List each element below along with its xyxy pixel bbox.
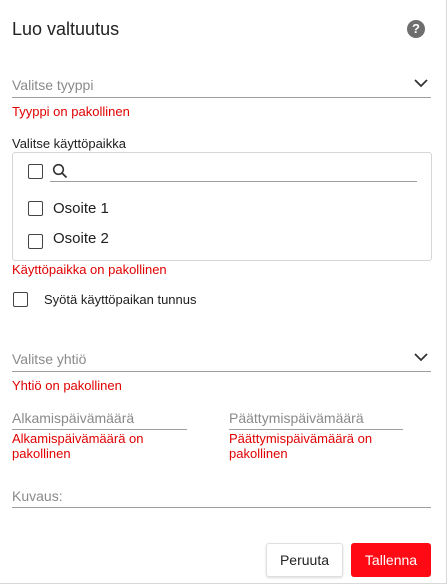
search-icon	[52, 163, 68, 179]
start-date-error: Alkamispäivämäärä on pakollinen	[12, 431, 144, 461]
type-select[interactable]: Valitse tyyppi	[12, 75, 431, 98]
chevron-down-icon	[414, 353, 428, 362]
start-date-placeholder: Alkamispäivämäärä	[12, 410, 135, 426]
end-date-input[interactable]: Päättymispäivämäärä	[229, 407, 403, 430]
option-label[interactable]: Osoite 2	[53, 230, 109, 247]
usage-place-id-checkbox[interactable]	[13, 292, 28, 307]
usage-place-search-input[interactable]	[50, 181, 417, 182]
question-circle-icon[interactable]: ?	[407, 20, 425, 38]
option-checkbox[interactable]	[28, 201, 43, 216]
type-error: Tyyppi on pakollinen	[12, 104, 130, 119]
usage-place-listbox: Osoite 1 Osoite 2	[12, 152, 432, 261]
option-checkbox[interactable]	[28, 234, 43, 249]
description-input[interactable]: Kuvaus:	[12, 485, 431, 508]
usage-place-label: Valitse käyttöpaikka	[12, 136, 126, 151]
dialog-title: Luo valtuutus	[12, 19, 120, 39]
description-placeholder: Kuvaus:	[12, 488, 63, 504]
type-select-placeholder: Valitse tyyppi	[12, 77, 94, 93]
cancel-button[interactable]: Peruuta	[266, 543, 343, 577]
company-select-placeholder: Valitse yhtiö	[12, 351, 87, 367]
end-date-placeholder: Päättymispäivämäärä	[229, 410, 364, 426]
end-date-error: Päättymispäivämäärä on pakollinen	[229, 431, 373, 461]
start-date-input[interactable]: Alkamispäivämäärä	[12, 407, 187, 430]
usage-place-id-label: Syötä käyttöpaikan tunnus	[44, 292, 197, 307]
save-button[interactable]: Tallenna	[351, 543, 431, 577]
create-authorization-dialog: Luo valtuutus ? Valitse tyyppi Tyyppi on…	[0, 0, 447, 584]
company-select[interactable]: Valitse yhtiö	[12, 349, 431, 372]
chevron-down-icon	[414, 79, 428, 88]
usage-place-error: Käyttöpaikka on pakollinen	[12, 262, 167, 277]
company-error: Yhtiö on pakollinen	[12, 378, 122, 393]
select-all-checkbox[interactable]	[28, 164, 43, 179]
option-label[interactable]: Osoite 1	[53, 200, 109, 217]
